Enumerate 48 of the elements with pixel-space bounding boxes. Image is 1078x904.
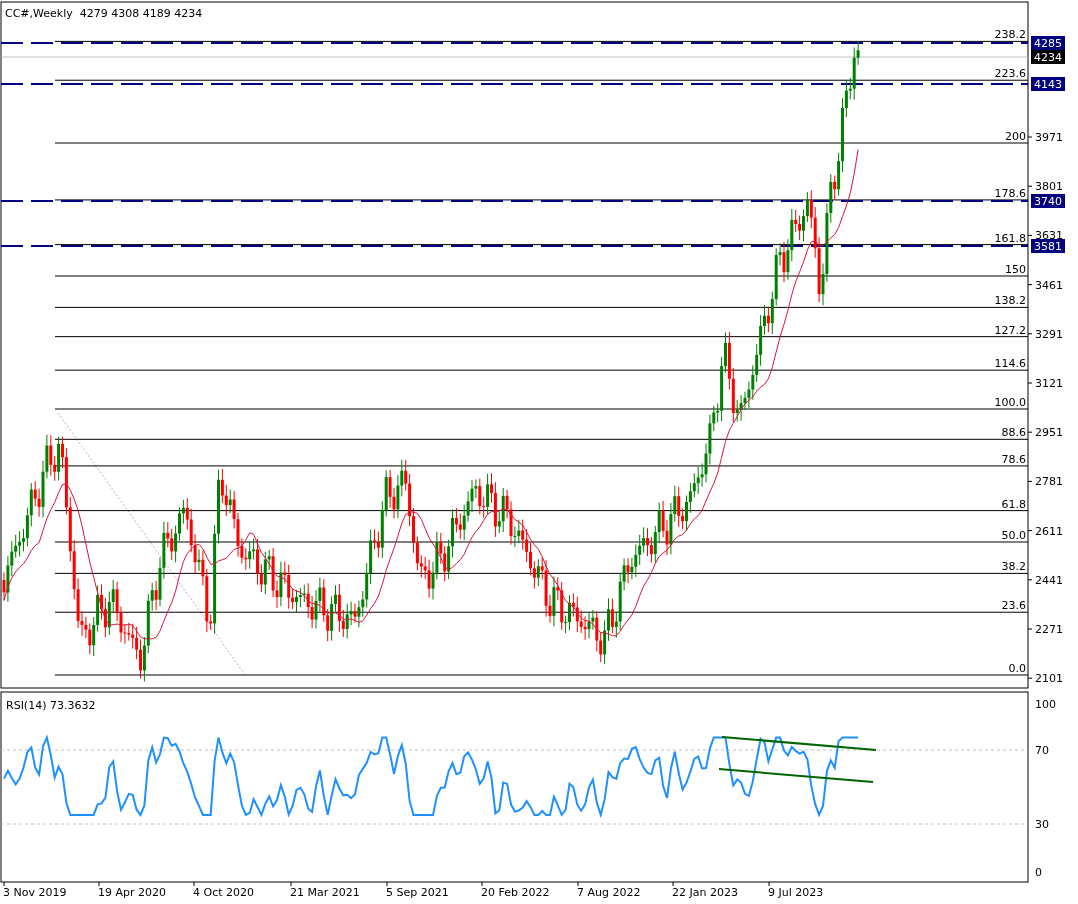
rsi-label: RSI(14) 73.3632	[6, 699, 96, 712]
price-axis-label: 2441	[1035, 573, 1063, 587]
fibonacci-level-label: 61.8	[1001, 497, 1026, 511]
price-axis-label: 2951	[1035, 426, 1063, 440]
time-axis-label: 4 Oct 2020	[193, 886, 254, 899]
rsi-axis-label: 30	[1035, 818, 1049, 831]
price-axis-label: 3971	[1035, 131, 1063, 144]
fibonacci-level-label: 200	[1005, 130, 1026, 143]
fibonacci-level-label: 50.0	[1001, 529, 1026, 542]
fibonacci-level-label: 150	[1005, 263, 1026, 276]
price-axis-label: 2781	[1035, 475, 1063, 489]
fibonacci-level-label: 238.2	[994, 28, 1026, 42]
price-axis-label: 2271	[1035, 623, 1063, 636]
price-axis-label: 2611	[1035, 524, 1063, 538]
time-axis-label: 22 Jan 2023	[672, 886, 738, 899]
time-axis-label: 5 Sep 2021	[386, 886, 449, 899]
fibonacci-level-label: 100.0	[994, 396, 1026, 409]
time-axis-label: 7 Aug 2022	[577, 886, 641, 899]
price-label: 4285	[1031, 36, 1065, 50]
fibonacci-level-label: 127.2	[994, 323, 1026, 337]
price-axis-label: 3801	[1035, 180, 1063, 194]
time-axis-label: 21 Mar 2021	[290, 886, 360, 899]
price-axis-label: 2101	[1035, 672, 1063, 686]
fibonacci-level-label: 114.6	[994, 357, 1026, 371]
price-label: 3740	[1031, 194, 1065, 208]
fibonacci-level-label: 161.8	[994, 231, 1026, 245]
fibonacci-level-label: 223.6	[994, 67, 1026, 81]
price-axis-label: 3121	[1035, 377, 1063, 390]
time-axis-label: 20 Feb 2022	[481, 886, 550, 899]
fibonacci-level-label: 178.6	[994, 186, 1026, 200]
price-label: 3581	[1031, 239, 1065, 253]
fibonacci-level-label: 38.2	[1001, 560, 1026, 574]
price-label: 4143	[1031, 77, 1065, 91]
time-axis-label: 19 Apr 2020	[98, 886, 166, 899]
rsi-axis-label: 0	[1035, 866, 1042, 879]
price-axis-label: 3461	[1035, 278, 1063, 292]
fibonacci-level-label: 23.6	[1001, 599, 1026, 613]
rsi-axis-label: 70	[1035, 744, 1049, 757]
time-axis-label: 3 Nov 2019	[3, 886, 67, 899]
rsi-axis-label: 100	[1035, 698, 1056, 711]
fibonacci-level-label: 0.0	[1008, 662, 1026, 675]
fibonacci-level-label: 88.6	[1001, 426, 1026, 440]
time-axis-label: 9 Jul 2023	[768, 886, 824, 899]
price-axis-label: 3291	[1035, 327, 1063, 341]
chart-title: CC#,Weekly 4279 4308 4189 4234	[5, 7, 203, 20]
fibonacci-level-label: 138.2	[994, 294, 1026, 308]
current-price-label: 4234	[1031, 50, 1065, 64]
fibonacci-level-label: 78.6	[1001, 452, 1026, 466]
